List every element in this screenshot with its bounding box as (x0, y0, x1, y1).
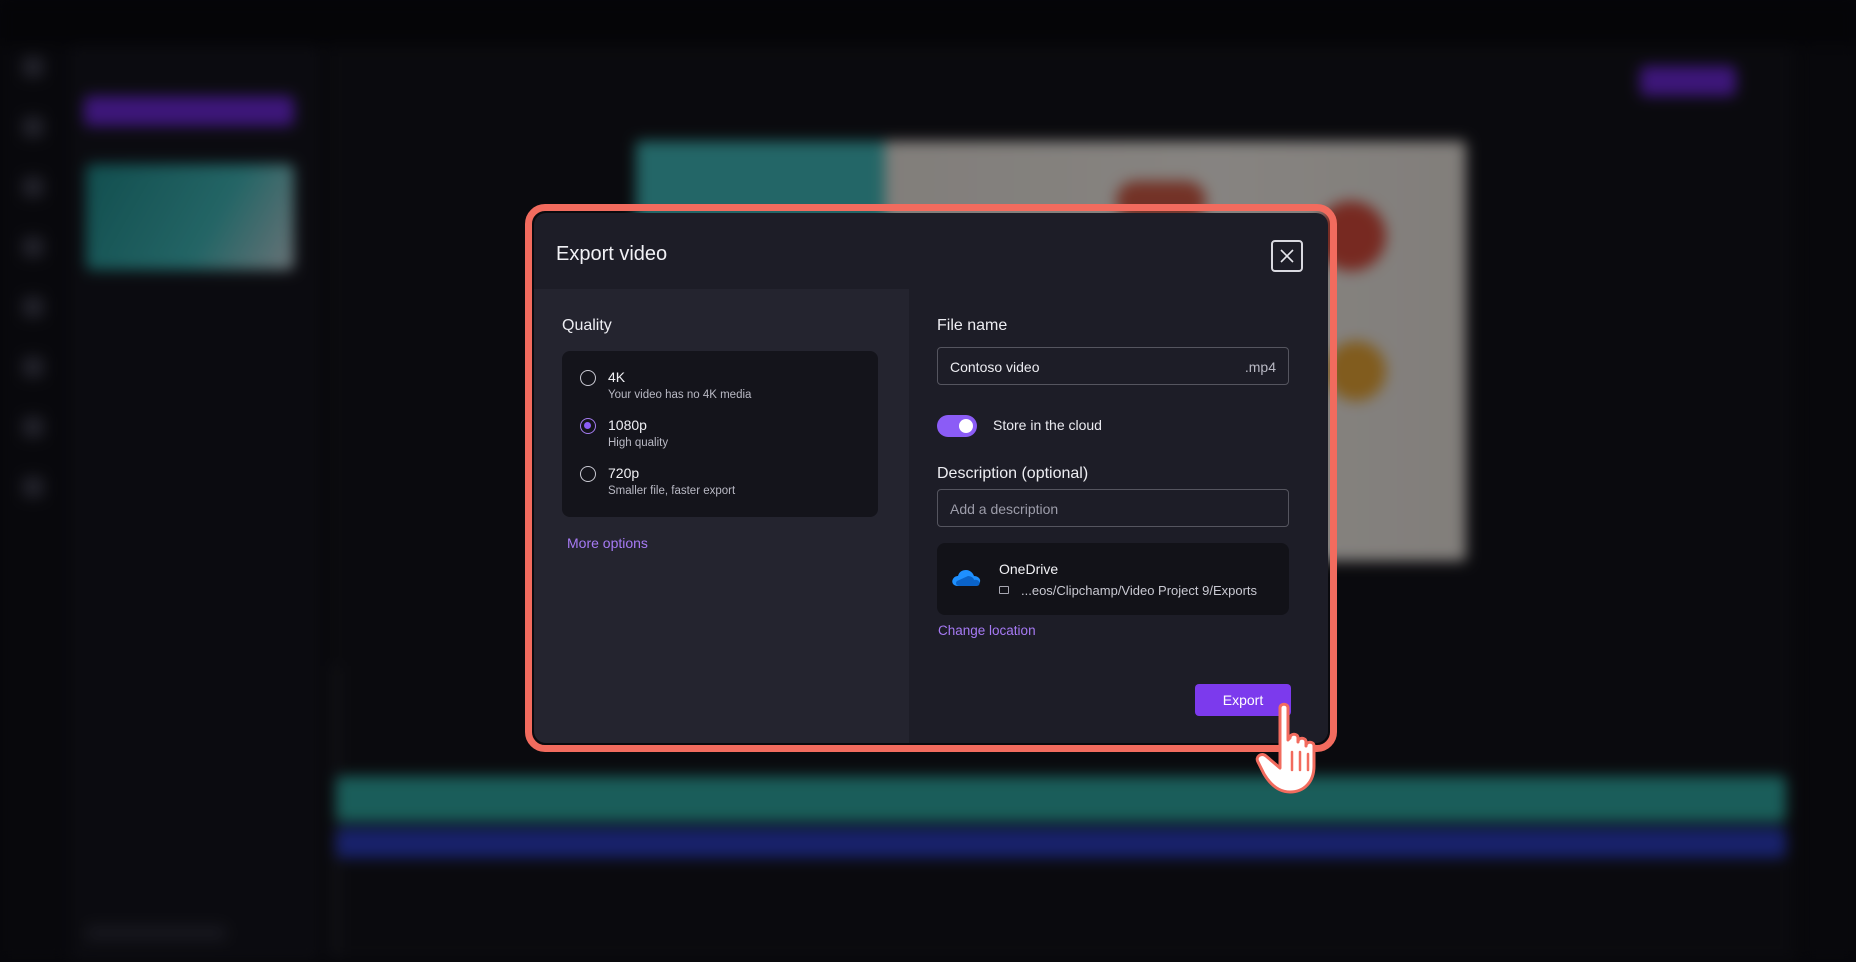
file-extension: .mp4 (1244, 359, 1276, 375)
quality-options: 4K Your video has no 4K media 1080p High… (562, 351, 878, 517)
close-icon (1280, 249, 1294, 263)
onedrive-icon (952, 570, 981, 586)
description-input[interactable]: Add a description (937, 489, 1289, 527)
quality-option-4k[interactable]: 4K Your video has no 4K media (580, 367, 860, 407)
storage-provider: OneDrive (999, 561, 1059, 577)
close-button[interactable] (1271, 240, 1303, 272)
file-name-value: Contoso video (950, 359, 1040, 375)
store-in-cloud-label: Store in the cloud (993, 417, 1102, 433)
export-dialog: Export video Quality 4K Your video has n… (534, 213, 1328, 743)
quality-label: Quality (562, 317, 612, 334)
dialog-header: Export video (534, 213, 1328, 289)
change-location-link[interactable]: Change location (938, 623, 1036, 638)
option-name: 720p (608, 465, 640, 481)
option-name: 1080p (608, 417, 647, 433)
details-pane: File name Contoso video .mp4 Store in th… (909, 289, 1328, 743)
file-name-input[interactable]: Contoso video .mp4 (937, 347, 1289, 385)
radio-1080p[interactable] (580, 418, 596, 434)
radio-720p[interactable] (580, 466, 596, 482)
radio-4k[interactable] (580, 370, 596, 386)
quality-pane: Quality 4K Your video has no 4K media 10… (534, 289, 909, 743)
storage-path: ...eos/Clipchamp/Video Project 9/Exports (1021, 583, 1258, 598)
hand-cursor-icon (1255, 702, 1316, 794)
option-description: Your video has no 4K media (608, 389, 752, 401)
quality-option-720p[interactable]: 720p Smaller file, faster export (580, 463, 860, 503)
more-options-link[interactable]: More options (567, 535, 648, 551)
option-description: Smaller file, faster export (608, 485, 736, 497)
dialog-title: Export video (556, 243, 668, 265)
folder-icon (999, 586, 1009, 594)
store-in-cloud-toggle[interactable] (937, 415, 977, 437)
option-description: High quality (608, 437, 669, 449)
quality-option-1080p[interactable]: 1080p High quality (580, 415, 860, 455)
option-name: 4K (608, 369, 626, 385)
storage-location-card: OneDrive ...eos/Clipchamp/Video Project … (937, 543, 1289, 615)
file-name-label: File name (937, 317, 1008, 334)
toggle-knob (959, 419, 973, 433)
description-placeholder: Add a description (950, 501, 1059, 517)
description-label: Description (optional) (937, 465, 1089, 482)
